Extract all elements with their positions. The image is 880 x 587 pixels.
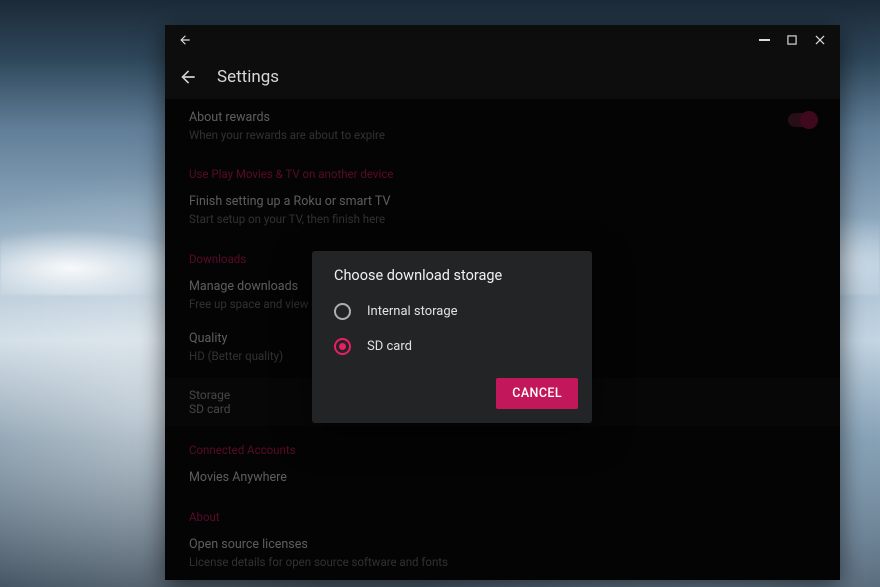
setting-title: Open source licenses <box>189 537 816 554</box>
window-maximize-button[interactable] <box>778 26 806 54</box>
section-connected-accounts: Connected Accounts <box>189 429 816 461</box>
window-minimize-button[interactable] <box>750 26 778 54</box>
setting-subtitle: Start setup on your TV, then finish here <box>189 212 816 228</box>
option-sd-card[interactable]: SD card <box>312 329 592 364</box>
arrow-left-icon <box>178 33 192 47</box>
arrow-left-icon <box>178 67 198 87</box>
app-window: Settings About rewards When your rewards… <box>165 25 840 580</box>
setting-subtitle: License details for open source software… <box>189 555 816 571</box>
setting-finish-tv-setup[interactable]: Finish setting up a Roku or smart TV Sta… <box>189 185 816 237</box>
close-icon <box>813 33 827 47</box>
download-storage-dialog: Choose download storage Internal storage… <box>312 251 592 423</box>
radio-unchecked-icon <box>334 303 351 320</box>
cancel-button[interactable]: CANCEL <box>496 378 578 409</box>
app-header: Settings <box>165 55 840 99</box>
radio-checked-icon <box>334 338 351 355</box>
option-label: Internal storage <box>367 304 458 319</box>
page-title: Settings <box>217 67 279 87</box>
maximize-icon <box>785 33 799 47</box>
setting-subtitle: When your rewards are about to expire <box>189 128 788 144</box>
titlebar-back-button[interactable] <box>171 26 199 54</box>
section-use-device: Use Play Movies & TV on another device <box>189 153 816 185</box>
section-about: About <box>189 496 816 528</box>
setting-title: About rewards <box>189 110 788 127</box>
dialog-title: Choose download storage <box>312 267 592 294</box>
setting-movies-anywhere[interactable]: Movies Anywhere <box>189 461 816 497</box>
option-internal-storage[interactable]: Internal storage <box>312 294 592 329</box>
setting-title: Movies Anywhere <box>189 470 816 487</box>
setting-open-source-licenses[interactable]: Open source licenses License details for… <box>189 528 816 580</box>
settings-back-button[interactable] <box>175 64 201 90</box>
minimize-icon <box>759 39 770 41</box>
option-label: SD card <box>367 339 412 354</box>
setting-title: Finish setting up a Roku or smart TV <box>189 194 816 211</box>
window-close-button[interactable] <box>806 26 834 54</box>
rewards-toggle[interactable] <box>788 113 816 127</box>
window-titlebar <box>165 25 840 55</box>
setting-about-rewards[interactable]: About rewards When your rewards are abou… <box>189 101 816 153</box>
